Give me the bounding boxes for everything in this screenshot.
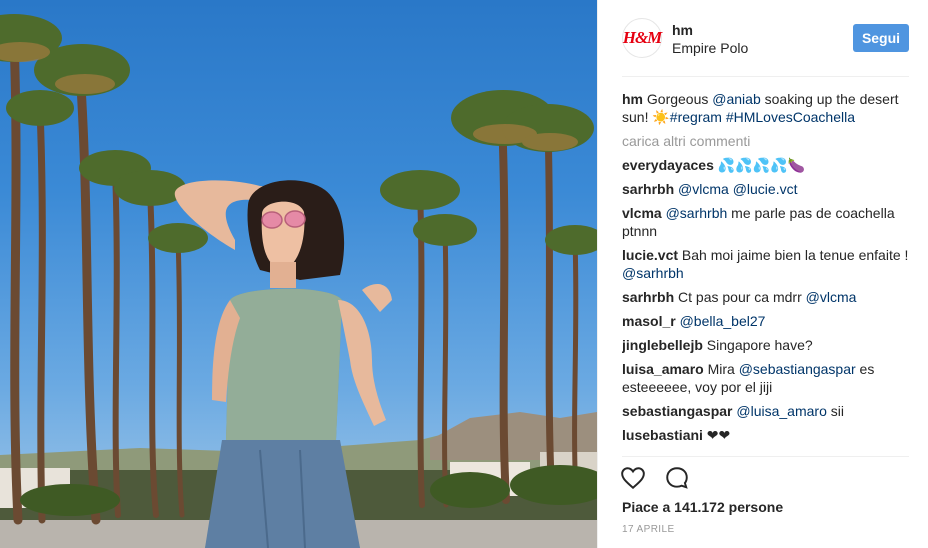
comment-username[interactable]: lucie.vct xyxy=(622,247,678,263)
comment-mention[interactable]: @vlcma xyxy=(678,181,729,197)
caption-username[interactable]: hm xyxy=(622,91,643,107)
avatar-logo: H&M xyxy=(622,28,663,47)
comment-username[interactable]: sarhrbh xyxy=(622,181,674,197)
comment-username[interactable]: luisa_amaro xyxy=(622,361,704,377)
location-link[interactable]: Empire Polo xyxy=(672,40,748,56)
comment-text: 💦💦💦💦🍆 xyxy=(713,157,805,173)
post-photo[interactable] xyxy=(0,0,597,548)
comment-text: Singapore have? xyxy=(702,337,813,353)
comment-text: Bah moi jaime bien la tenue enfaite ! xyxy=(678,247,909,263)
divider xyxy=(622,76,909,77)
comment-username[interactable]: sarhrbh xyxy=(622,289,674,305)
comment-row: jinglebellejb Singapore have? xyxy=(622,336,912,354)
comment-row: sebastiangaspar @luisa_amaro sii xyxy=(622,402,912,420)
sun-icon: ☀️ xyxy=(652,109,670,125)
comment-username[interactable]: everydayaces xyxy=(622,157,714,173)
comment-mention[interactable]: @luisa_amaro xyxy=(736,403,826,419)
comment-mention[interactable]: @vlcma xyxy=(806,289,857,305)
likes-count[interactable]: Piace a 141.172 persone xyxy=(622,499,783,515)
follow-button[interactable]: Segui xyxy=(853,24,909,52)
heart-icon[interactable] xyxy=(620,465,646,491)
comment-icon[interactable] xyxy=(664,465,690,491)
comment-mention[interactable]: @sebastiangaspar xyxy=(739,361,856,377)
action-bar xyxy=(620,465,704,491)
comment-text: Mira xyxy=(703,361,739,377)
caption: hm Gorgeous @aniab soaking up the desert… xyxy=(622,90,912,126)
comment-text: sii xyxy=(826,403,844,419)
comment-mention[interactable]: @bella_bel27 xyxy=(680,313,766,329)
caption-mention[interactable]: @aniab xyxy=(712,91,760,107)
post-header: H&M hm Empire Polo Segui xyxy=(598,0,928,78)
divider xyxy=(622,456,909,457)
comment-username[interactable]: masol_r xyxy=(622,313,676,329)
comment-mention[interactable]: @sarhrbh xyxy=(666,205,728,221)
comment-username[interactable]: vlcma xyxy=(622,205,662,221)
comment-username[interactable]: sebastiangaspar xyxy=(622,403,733,419)
comments-list[interactable]: hm Gorgeous @aniab soaking up the desert… xyxy=(622,90,912,456)
avatar[interactable]: H&M xyxy=(622,18,662,58)
username-link[interactable]: hm xyxy=(672,22,693,38)
comment-row: masol_r @bella_bel27 xyxy=(622,312,912,330)
post-sidebar: H&M hm Empire Polo Segui hm Gorgeous @an… xyxy=(597,0,928,548)
comment-mention[interactable]: @lucie.vct xyxy=(733,181,798,197)
comment-row: sarhrbh Ct pas pour ca mdrr @vlcma xyxy=(622,288,912,306)
comment-text: Ct pas pour ca mdrr xyxy=(674,289,806,305)
comment-username[interactable]: jinglebellejb xyxy=(622,337,703,353)
comment-items: everydayaces 💦💦💦💦🍆 sarhrbh @vlcma @lucie.… xyxy=(622,156,912,456)
post-date[interactable]: 17 APRILE xyxy=(622,524,675,535)
comment-row: lucie.vct Bah moi jaime bien la tenue en… xyxy=(622,246,912,282)
comment-row: everydayaces 💦💦💦💦🍆 xyxy=(622,156,912,174)
photo-scene xyxy=(0,14,597,548)
comment-mention[interactable]: @sarhrbh xyxy=(622,265,684,281)
scroll-fade xyxy=(622,440,912,456)
comment-row: luisa_amaro Mira @sebastiangaspar es est… xyxy=(622,360,912,396)
load-more-comments[interactable]: carica altri commenti xyxy=(622,132,912,150)
caption-text: Gorgeous xyxy=(643,91,713,107)
comment-row: sarhrbh @vlcma @lucie.vct xyxy=(622,180,912,198)
comment-row: vlcma @sarhrbh me parle pas de coachella… xyxy=(622,204,912,240)
caption-hashtags[interactable]: #regram #HMLovesCoachella xyxy=(670,109,855,125)
